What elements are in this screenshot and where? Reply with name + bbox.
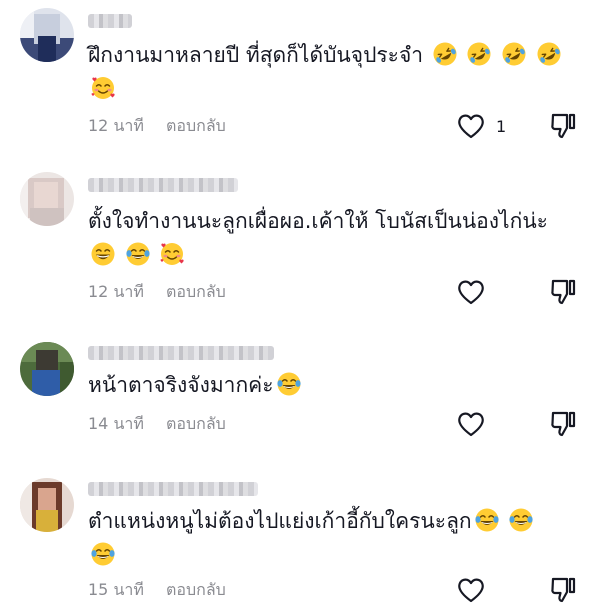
- comment-text-content: ตำแหน่งหนูไม่ต้องไปแย่งเก้าอี้กับใครนะลู…: [88, 509, 472, 533]
- dislike-button[interactable]: [548, 575, 578, 605]
- smiling-hearts-emoji: [159, 241, 185, 267]
- smiling-hearts-emoji: [90, 75, 116, 101]
- avatar[interactable]: [20, 8, 74, 62]
- comment-time: 15 นาที: [88, 579, 144, 599]
- reply-button[interactable]: ตอบกลับ: [166, 578, 226, 603]
- rolling-laughing-emoji: [432, 41, 458, 67]
- tears-of-joy-emoji: [125, 241, 151, 267]
- heart-outline-icon[interactable]: [456, 409, 486, 439]
- avatar[interactable]: [20, 172, 74, 226]
- grinning-emoji: [90, 241, 116, 267]
- tears-of-joy-emoji: [276, 371, 302, 397]
- comment-meta: 12 นาที ตอบกลับ: [88, 280, 226, 304]
- username-blurred[interactable]: [88, 14, 132, 28]
- thumbs-down-outline-icon[interactable]: [548, 277, 578, 307]
- username-blurred[interactable]: [88, 482, 258, 496]
- thumbs-down-outline-icon[interactable]: [548, 409, 578, 439]
- like-button[interactable]: 1: [456, 111, 506, 141]
- comment-time: 12 นาที: [88, 281, 144, 301]
- reply-button[interactable]: ตอบกลับ: [166, 280, 226, 305]
- avatar[interactable]: [20, 478, 74, 532]
- like-button[interactable]: [456, 409, 496, 439]
- dislike-button[interactable]: [548, 111, 578, 141]
- comment-text-content: ฝึกงานมาหลายปี ที่สุดก็ได้บันจุประจำ: [88, 43, 424, 67]
- comment-text: ตั้งใจทำงานนะลูกเผื่อผอ.เค้าให้ โบนัสเป็…: [88, 204, 568, 272]
- comment-time: 12 นาที: [88, 115, 144, 135]
- heart-outline-icon[interactable]: [456, 575, 486, 605]
- comment-time: 14 นาที: [88, 413, 144, 433]
- like-button[interactable]: [456, 277, 496, 307]
- thumbs-down-outline-icon[interactable]: [548, 575, 578, 605]
- comment-text: ตำแหน่งหนูไม่ต้องไปแย่งเก้าอี้กับใครนะลู…: [88, 504, 568, 572]
- like-button[interactable]: [456, 575, 496, 605]
- rolling-laughing-emoji: [536, 41, 562, 67]
- heart-outline-icon[interactable]: [456, 111, 486, 141]
- reply-button[interactable]: ตอบกลับ: [166, 114, 226, 139]
- heart-outline-icon[interactable]: [456, 277, 486, 307]
- dislike-button[interactable]: [548, 277, 578, 307]
- avatar[interactable]: [20, 342, 74, 396]
- dislike-button[interactable]: [548, 409, 578, 439]
- comment-meta: 12 นาที ตอบกลับ: [88, 114, 226, 138]
- tears-of-joy-emoji: [508, 507, 534, 533]
- comment-text-content: หน้าตาจริงจังมากค่ะ: [88, 373, 274, 397]
- comment-text: ฝึกงานมาหลายปี ที่สุดก็ได้บันจุประจำ: [88, 38, 568, 106]
- reply-button[interactable]: ตอบกลับ: [166, 412, 226, 437]
- comment-meta: 14 นาที ตอบกลับ: [88, 412, 226, 436]
- comment-text-content: ตั้งใจทำงานนะลูกเผื่อผอ.เค้าให้ โบนัสเป็…: [88, 209, 548, 233]
- tears-of-joy-emoji: [90, 541, 116, 567]
- like-count: 1: [496, 116, 507, 136]
- rolling-laughing-emoji: [501, 41, 527, 67]
- comment-text: หน้าตาจริงจังมากค่ะ: [88, 368, 568, 402]
- thumbs-down-outline-icon[interactable]: [548, 111, 578, 141]
- tears-of-joy-emoji: [474, 507, 500, 533]
- username-blurred[interactable]: [88, 178, 238, 192]
- rolling-laughing-emoji: [466, 41, 492, 67]
- comment-meta: 15 นาที ตอบกลับ: [88, 578, 226, 602]
- username-blurred[interactable]: [88, 346, 274, 360]
